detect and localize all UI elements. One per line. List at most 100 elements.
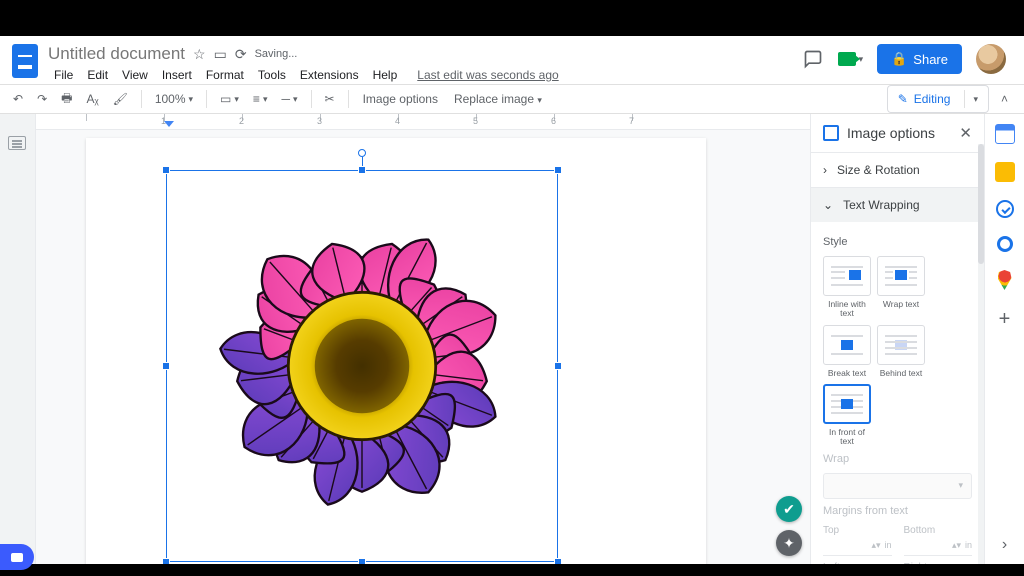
comment-history-icon[interactable] xyxy=(802,48,824,70)
ruler-num: 4 xyxy=(395,116,400,126)
spellcheck-icon[interactable]: Aᵪ xyxy=(81,89,103,109)
video-fab-icon[interactable] xyxy=(0,544,34,570)
document-name[interactable]: Untitled document xyxy=(48,44,185,64)
image-options-panel: Image options ✕ › Size & Rotation ⌄ Text… xyxy=(810,114,984,564)
share-button[interactable]: 🔒 Share xyxy=(877,44,962,74)
docs-logo-icon[interactable] xyxy=(12,44,38,78)
style-in-front[interactable]: In front of text xyxy=(823,384,871,447)
meet-button[interactable]: ▾ xyxy=(838,52,864,66)
text-wrapping-body: Style Inline with text Wrap text Brea xyxy=(811,222,984,564)
pencil-icon: ✎ xyxy=(898,92,908,106)
outline-icon[interactable] xyxy=(8,136,26,150)
print-icon[interactable]: 🖶 xyxy=(56,86,77,113)
menu-help[interactable]: Help xyxy=(367,66,404,84)
saving-status: Saving... xyxy=(255,48,298,60)
mode-switcher[interactable]: ✎ Editing ▾ xyxy=(887,85,989,113)
style-wrap[interactable]: Wrap text xyxy=(877,256,925,319)
floating-buttons: ✔ ✦ xyxy=(776,496,802,556)
resize-handle-nw[interactable] xyxy=(162,166,170,174)
account-avatar[interactable] xyxy=(976,44,1006,74)
menu-view[interactable]: View xyxy=(116,66,154,84)
tasks-icon[interactable] xyxy=(996,200,1014,218)
separator xyxy=(206,90,207,108)
menu-edit[interactable]: Edit xyxy=(81,66,114,84)
border-dash-icon[interactable]: ─▾ xyxy=(276,89,302,109)
margin-label: Top xyxy=(823,525,839,536)
style-caption: Inline with text xyxy=(823,300,871,319)
paint-format-icon[interactable]: 🖌 xyxy=(108,89,133,109)
ruler-num: 2 xyxy=(239,116,244,126)
mode-label: Editing xyxy=(914,92,951,106)
wrap-subsection: Wrap ▾ xyxy=(823,453,972,499)
style-inline[interactable]: Inline with text xyxy=(823,256,871,319)
grammar-suggestion-icon[interactable]: ✔ xyxy=(776,496,802,522)
undo-icon[interactable]: ↶ xyxy=(8,89,28,109)
keep-icon[interactable] xyxy=(995,162,1015,182)
menu-insert[interactable]: Insert xyxy=(156,66,198,84)
resize-handle-ne[interactable] xyxy=(554,166,562,174)
margin-label: Bottom xyxy=(904,525,936,536)
explore-icon[interactable]: ✦ xyxy=(776,530,802,556)
separator xyxy=(141,90,142,108)
doc-title-row: Untitled document ☆ ▭ ⟳ Saving... xyxy=(48,44,802,64)
unit: in xyxy=(884,540,891,550)
document-canvas[interactable]: 1 2 3 4 5 6 7 xyxy=(36,114,810,564)
border-color-icon[interactable]: ▭▾ xyxy=(215,89,244,109)
resize-handle-sw[interactable] xyxy=(162,558,170,564)
titlebar: Untitled document ☆ ▭ ⟳ Saving... File E… xyxy=(0,36,1024,84)
rotation-handle[interactable] xyxy=(358,149,366,157)
section-header-size-rotation[interactable]: › Size & Rotation xyxy=(811,153,984,187)
resize-handle-e[interactable] xyxy=(554,362,562,370)
close-icon[interactable]: ✕ xyxy=(959,124,972,142)
crop-icon[interactable]: ✂ xyxy=(320,89,340,109)
menu-extensions[interactable]: Extensions xyxy=(294,66,365,84)
indent-marker-icon[interactable] xyxy=(164,121,174,127)
resize-handle-w[interactable] xyxy=(162,362,170,370)
section-label: Size & Rotation xyxy=(837,163,920,177)
section-label: Text Wrapping xyxy=(843,198,919,212)
lock-icon: 🔒 xyxy=(891,51,907,67)
menu-format[interactable]: Format xyxy=(200,66,250,84)
add-on-plus-icon[interactable]: + xyxy=(999,308,1011,331)
maps-icon[interactable] xyxy=(998,270,1012,290)
chevron-down-icon: ⌄ xyxy=(823,198,833,212)
image-icon xyxy=(823,125,839,141)
ruler-num: 7 xyxy=(629,116,634,126)
redo-icon[interactable]: ↷ xyxy=(32,89,52,109)
horizontal-ruler[interactable]: 1 2 3 4 5 6 7 xyxy=(36,114,810,130)
zoom-select[interactable]: 100% ▾ xyxy=(150,89,198,109)
margin-label: Right xyxy=(904,562,927,564)
calendar-icon[interactable] xyxy=(995,124,1015,144)
selected-image[interactable] xyxy=(166,170,558,562)
style-break[interactable]: Break text xyxy=(823,325,871,378)
resize-handle-se[interactable] xyxy=(554,558,562,564)
menu-tools[interactable]: Tools xyxy=(252,66,292,84)
separator xyxy=(311,90,312,108)
margins-label: Margins from text xyxy=(823,505,972,517)
toolbar: ↶ ↷ 🖶 Aᵪ 🖌 100% ▾ ▭▾ ≡▾ ─▾ ✂ Image optio… xyxy=(0,84,1024,114)
separator xyxy=(348,90,349,108)
letterbox-top xyxy=(0,0,1024,36)
contacts-icon[interactable] xyxy=(997,236,1013,252)
style-behind[interactable]: Behind text xyxy=(877,325,925,378)
border-weight-icon[interactable]: ≡▾ xyxy=(248,89,273,109)
menu-file[interactable]: File xyxy=(48,66,79,84)
menubar: File Edit View Insert Format Tools Exten… xyxy=(48,66,802,84)
last-edit-link[interactable]: Last edit was seconds ago xyxy=(411,66,564,84)
sidepanel-scrollbar-thumb[interactable] xyxy=(978,144,984,264)
titlebar-center: Untitled document ☆ ▭ ⟳ Saving... File E… xyxy=(48,44,802,84)
move-icon[interactable]: ▭ xyxy=(214,46,227,63)
section-text-wrapping: ⌄ Text Wrapping Style Inline with text W… xyxy=(811,188,984,564)
style-caption: Wrap text xyxy=(877,300,925,309)
image-options-button[interactable]: Image options xyxy=(357,89,444,109)
star-icon[interactable]: ☆ xyxy=(193,46,206,63)
hide-rail-icon[interactable]: › xyxy=(1002,536,1007,554)
replace-image-button[interactable]: Replace image ▾ xyxy=(448,89,548,109)
margin-label: Left xyxy=(823,562,840,564)
resize-handle-n[interactable] xyxy=(358,166,366,174)
collapse-toolbar-icon[interactable]: ˄ xyxy=(993,92,1016,106)
ruler-num: 3 xyxy=(317,116,322,126)
section-header-text-wrapping[interactable]: ⌄ Text Wrapping xyxy=(811,188,984,222)
resize-handle-s[interactable] xyxy=(358,558,366,564)
chevron-right-icon: › xyxy=(823,163,827,177)
